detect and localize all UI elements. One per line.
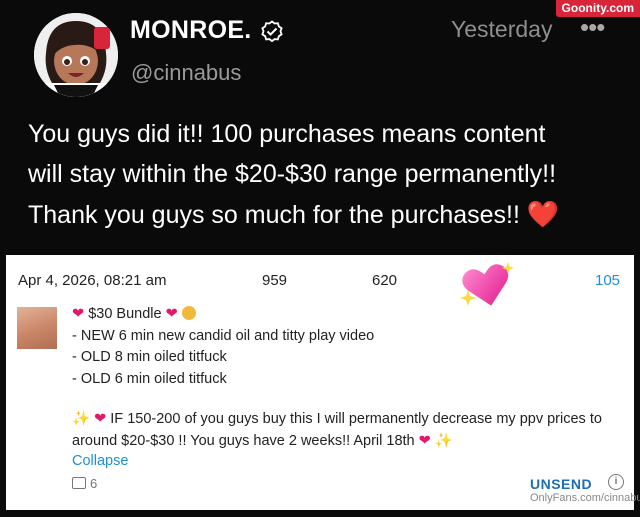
paragraph-line: ✨ ❤ IF 150-200 of you guys buy this I wi… xyxy=(72,408,632,430)
post-timestamp: Yesterday xyxy=(451,16,553,42)
pink-heart-icon: ❤ xyxy=(165,306,178,322)
avatar[interactable] xyxy=(34,13,118,97)
paragraph-line: around $20-$30 !! You guys have 2 weeks!… xyxy=(72,430,632,452)
post-text-line: will stay within the $20-$30 range perma… xyxy=(28,160,557,188)
unsend-button[interactable]: UNSEND xyxy=(530,476,592,492)
onlyfans-watermark: OnlyFans.com/cinnabus xyxy=(530,492,640,504)
media-count: 6 xyxy=(72,476,97,491)
smiling-face-icon xyxy=(181,306,196,320)
paragraph-text: around $20-$30 !! You guys have 2 weeks!… xyxy=(72,433,415,449)
message-card: Apr 4, 2026, 08:21 am 959 620 105 ❤ $30 … xyxy=(6,255,640,510)
bundle-title-row: ❤ $30 Bundle ❤ xyxy=(72,304,374,326)
pink-heart-icon: ❤ xyxy=(94,411,107,427)
red-heart-icon: ❤️ xyxy=(526,199,560,229)
paragraph-text: IF 150-200 of you guys buy this I will p… xyxy=(110,411,602,427)
sparkles-icon: ✨ xyxy=(72,411,91,427)
sparkling-heart-icon xyxy=(460,262,514,306)
stat-value: 620 xyxy=(372,272,398,289)
bundle-item: - NEW 6 min new candid oil and titty pla… xyxy=(72,327,375,344)
media-count-value: 6 xyxy=(90,476,98,491)
pink-heart-icon: ❤ xyxy=(418,433,431,449)
bundle-item: - OLD 6 min oiled titfuck xyxy=(72,370,227,387)
verified-badge-icon xyxy=(261,20,283,43)
collapse-link[interactable]: Collapse xyxy=(72,453,128,469)
video-camera-icon xyxy=(72,477,86,489)
bundle-item: - OLD 8 min oiled titfuck xyxy=(72,349,227,365)
stat-value-link[interactable]: 105 xyxy=(595,272,620,289)
post-text-line: Thank you guys so much for the purchases… xyxy=(28,199,560,229)
message-date: Apr 4, 2026, 08:21 am xyxy=(18,272,167,289)
info-icon[interactable]: i xyxy=(608,474,624,490)
sparkles-icon: ✨ xyxy=(434,433,453,449)
post-text: You guys did it!! 100 purchases means co… xyxy=(28,114,628,235)
bundle-details: ❤ $30 Bundle ❤ - NEW 6 min new candid oi… xyxy=(72,304,374,390)
post-text-line: You guys did it!! 100 purchases means co… xyxy=(28,120,546,148)
tweet-post: Goonity.com MONROE. @cinnabus Yesterday … xyxy=(0,0,640,255)
user-handle[interactable]: @cinnabus xyxy=(131,60,241,86)
stat-value: 959 xyxy=(262,272,288,289)
media-thumbnail[interactable] xyxy=(17,307,57,349)
display-name[interactable]: MONROE. xyxy=(130,16,252,45)
pink-heart-icon: ❤ xyxy=(72,306,85,322)
more-horizontal-icon[interactable]: ••• xyxy=(580,12,605,43)
bundle-title: $30 Bundle xyxy=(88,306,162,322)
message-paragraph: ✨ ❤ IF 150-200 of you guys buy this I wi… xyxy=(72,408,632,452)
